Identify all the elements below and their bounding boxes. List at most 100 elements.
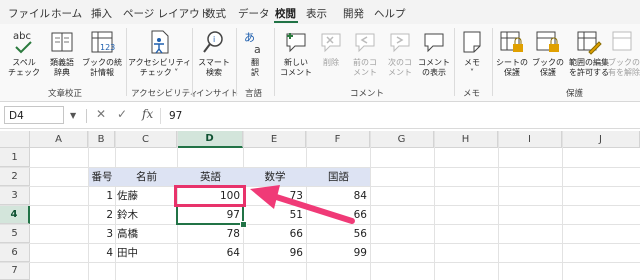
row-header-7[interactable]: 7 [0, 262, 30, 280]
svg-text:123: 123 [100, 43, 115, 52]
column-header-d[interactable]: D [177, 131, 243, 148]
protect-group-label: 保護 [566, 89, 584, 99]
column-header-a[interactable]: A [30, 131, 88, 148]
new-comment-icon [286, 33, 306, 53]
thesaurus-book-icon [51, 32, 73, 52]
name-box[interactable]: D4 [4, 106, 64, 124]
table-cell[interactable]: 64 [178, 245, 240, 261]
group-divider [126, 28, 127, 96]
svg-text:i: i [213, 35, 215, 44]
unshare-workbook-label: ブックの 有を解除 [608, 58, 640, 77]
new-comment-button[interactable]: 新しい コメント [278, 28, 314, 78]
insights-group-label: インサイト [196, 89, 239, 99]
allow-edit-ranges-button[interactable]: 範囲の編集 を許可する [566, 28, 612, 78]
translate-button[interactable]: あa 翻 訳 [238, 28, 272, 78]
tab-insert[interactable]: 挿入 [91, 6, 112, 21]
group-divider [454, 28, 455, 96]
table-cell[interactable]: 2 [89, 207, 113, 223]
column-header-j[interactable]: J [562, 131, 640, 148]
tab-home[interactable]: ホーム [51, 6, 82, 21]
tab-view[interactable]: 表示 [306, 6, 327, 21]
protect-sheet-button[interactable]: シートの 保護 [494, 28, 530, 78]
gridline [0, 262, 640, 263]
previous-comment-icon [355, 33, 375, 53]
workbook-statistics-button[interactable]: 123 ブックの統 計情報 [82, 28, 122, 78]
row-header-2[interactable]: 2 [0, 167, 30, 186]
previous-comment-button[interactable]: 前のコ メント [348, 28, 382, 78]
select-all-corner[interactable] [0, 131, 30, 148]
table-header-name[interactable]: 名前 [116, 169, 177, 185]
table-header-english[interactable]: 英語 [178, 169, 243, 185]
cancel-icon[interactable]: ✕ [96, 107, 106, 121]
thesaurus-button[interactable]: 類義語 辞典 [44, 28, 80, 78]
group-divider [274, 28, 275, 96]
row-header-1[interactable]: 1 [0, 148, 30, 167]
table-cell[interactable]: 78 [178, 226, 240, 242]
tab-page-layout[interactable]: ページ レイアウト [123, 6, 210, 21]
tab-file[interactable]: ファイル [8, 6, 50, 21]
tab-data[interactable]: データ [238, 6, 270, 21]
spreadsheet-grid: A B C D E F G H I J 1 2 3 4 5 6 7 番号 名前 … [0, 131, 640, 280]
smart-lookup-label: スマート 検索 [198, 58, 230, 77]
chevron-down-icon[interactable]: ▼ [70, 111, 76, 120]
tab-review[interactable]: 校閲 [275, 6, 296, 21]
row-header-3[interactable]: 3 [0, 186, 30, 205]
row-header-5[interactable]: 5 [0, 224, 30, 243]
table-cell[interactable]: 3 [89, 226, 113, 242]
language-group-label: 言語 [245, 89, 263, 99]
annotation-arrow-icon [250, 185, 355, 224]
table-cell[interactable]: 高橋 [117, 226, 177, 242]
table-cell[interactable]: 田中 [117, 245, 177, 261]
tab-formulas[interactable]: 数式 [205, 6, 226, 21]
protect-workbook-button[interactable]: ブックの 保護 [530, 28, 566, 78]
column-header-g[interactable]: G [370, 131, 434, 148]
formula-bar-divider [86, 109, 87, 123]
accessibility-group-label: アクセシビリティ [131, 89, 199, 99]
table-header-number[interactable]: 番号 [89, 169, 115, 185]
column-header-h[interactable]: H [434, 131, 498, 148]
accessibility-check-button[interactable]: アクセシビリティ チェック ˅ [128, 28, 191, 78]
svg-text:abc: abc [13, 31, 31, 42]
table-cell[interactable]: 4 [89, 245, 113, 261]
column-header-i[interactable]: I [498, 131, 562, 148]
row-header-4[interactable]: 4 [0, 205, 30, 224]
notes-button[interactable]: メモ ˅ [456, 28, 488, 78]
show-comments-button[interactable]: コメント の表示 [416, 28, 452, 78]
spell-check-button[interactable]: abc スペル チェック [6, 28, 42, 78]
column-header-b[interactable]: B [88, 131, 115, 148]
table-cell[interactable]: 佐藤 [117, 188, 177, 204]
next-comment-button[interactable]: 次のコ メント [383, 28, 417, 78]
abc-check-icon: abc [13, 31, 32, 54]
table-cell[interactable]: 鈴木 [117, 207, 177, 223]
formula-bar: D4 ▼ ✕ ✓ fx 97 [0, 103, 640, 129]
highlight-box [174, 185, 246, 207]
active-tab-indicator [274, 21, 298, 23]
table-cell[interactable]: 99 [307, 245, 367, 261]
tab-help[interactable]: ヘルプ [374, 6, 406, 21]
notes-label: メモ ˅ [464, 58, 480, 77]
new-comment-label: 新しい コメント [280, 58, 312, 77]
smart-lookup-button[interactable]: i スマート 検索 [194, 28, 234, 78]
protect-workbook-label: ブックの 保護 [532, 58, 564, 77]
spell-check-label: スペル チェック [8, 58, 40, 77]
unshare-workbook-button[interactable]: ブックの 有を解除 [608, 28, 640, 78]
accessibility-check-icon [151, 30, 169, 54]
fx-icon[interactable]: fx [142, 107, 153, 121]
tab-developer[interactable]: 開発 [343, 6, 364, 21]
table-cell[interactable]: 1 [89, 188, 113, 204]
allow-edit-ranges-icon [577, 31, 602, 55]
previous-comment-label: 前のコ メント [353, 58, 377, 77]
delete-comment-button[interactable]: 削除 [316, 28, 346, 68]
column-header-f[interactable]: F [306, 131, 370, 148]
smart-lookup-icon: i [203, 31, 223, 53]
gridline [0, 243, 640, 244]
row-header-6[interactable]: 6 [0, 243, 30, 262]
formula-input[interactable]: 97 [160, 108, 640, 124]
enter-check-icon[interactable]: ✓ [117, 107, 127, 121]
column-header-e[interactable]: E [243, 131, 306, 148]
allow-edit-ranges-label: 範囲の編集 を許可する [569, 58, 609, 77]
group-divider [236, 28, 237, 96]
show-comments-icon [424, 33, 444, 53]
column-header-c[interactable]: C [115, 131, 177, 148]
table-cell[interactable]: 96 [244, 245, 303, 261]
